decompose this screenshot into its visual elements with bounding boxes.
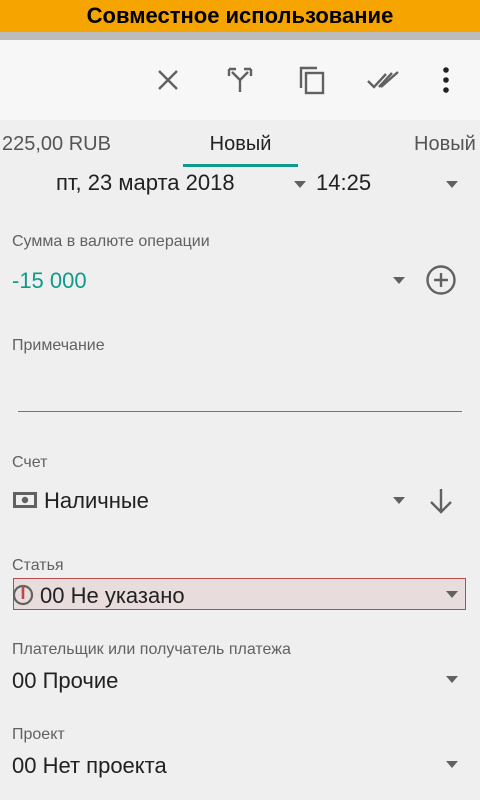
time-picker[interactable]: 14:25 <box>316 170 371 196</box>
tab-next[interactable]: Новый <box>414 120 476 168</box>
tab-current[interactable]: Новый <box>183 120 298 168</box>
datetime-row: пт, 23 марта 2018 14:25 <box>0 168 480 200</box>
project-dropdown-icon[interactable] <box>446 761 458 768</box>
payer-select[interactable]: 00 Прочие <box>12 668 118 694</box>
split-button[interactable] <box>220 60 260 100</box>
tab-current-label: Новый <box>209 132 272 155</box>
action-toolbar <box>0 40 480 120</box>
copy-button[interactable] <box>292 60 332 100</box>
cash-icon <box>13 492 37 508</box>
banner-text: Совместное использование <box>82 3 398 29</box>
arrow-down-icon[interactable] <box>428 487 454 515</box>
article-value: 00 Не указано <box>40 583 185 608</box>
tab-indicator <box>183 164 298 167</box>
amount-input[interactable]: -15 000 <box>12 268 87 294</box>
payer-dropdown-icon[interactable] <box>446 676 458 683</box>
time-dropdown-icon[interactable] <box>446 181 458 188</box>
amount-label: Сумма в валюте операции <box>12 233 210 250</box>
payer-label: Плательщик или получатель платежа <box>12 641 291 658</box>
project-label: Проект <box>12 726 65 743</box>
account-select[interactable]: Наличные <box>44 488 149 514</box>
sharing-banner: Совместное использование <box>0 0 480 32</box>
more-vert-icon <box>443 67 449 93</box>
tab-bar: 225,00 RUB Новый Новый <box>0 120 480 168</box>
amount-dropdown-icon[interactable] <box>393 277 405 284</box>
account-label: Счет <box>12 454 48 471</box>
copy-icon <box>299 66 325 95</box>
tab-next-label: Новый <box>414 132 476 155</box>
merge-split-icon <box>227 67 253 92</box>
tab-previous-label: 225,00 RUB <box>2 132 111 155</box>
account-dropdown-icon[interactable] <box>393 497 405 504</box>
date-picker[interactable]: пт, 23 марта 2018 <box>56 170 235 196</box>
error-icon <box>12 584 34 606</box>
date-dropdown-icon[interactable] <box>294 181 306 188</box>
project-select[interactable]: 00 Нет проекта <box>12 753 167 779</box>
done-all-icon <box>367 71 399 89</box>
banner-shade <box>0 32 480 40</box>
close-button[interactable] <box>148 60 188 100</box>
note-label: Примечание <box>12 337 105 354</box>
mark-all-button[interactable] <box>364 60 404 100</box>
tab-previous[interactable]: 225,00 RUB <box>2 120 111 168</box>
more-options-button[interactable] <box>426 60 466 100</box>
article-label: Статья <box>12 557 64 574</box>
close-icon <box>158 70 178 90</box>
add-circle-icon[interactable] <box>425 264 457 296</box>
note-input-underline <box>18 411 462 412</box>
article-dropdown-icon[interactable] <box>446 591 458 598</box>
